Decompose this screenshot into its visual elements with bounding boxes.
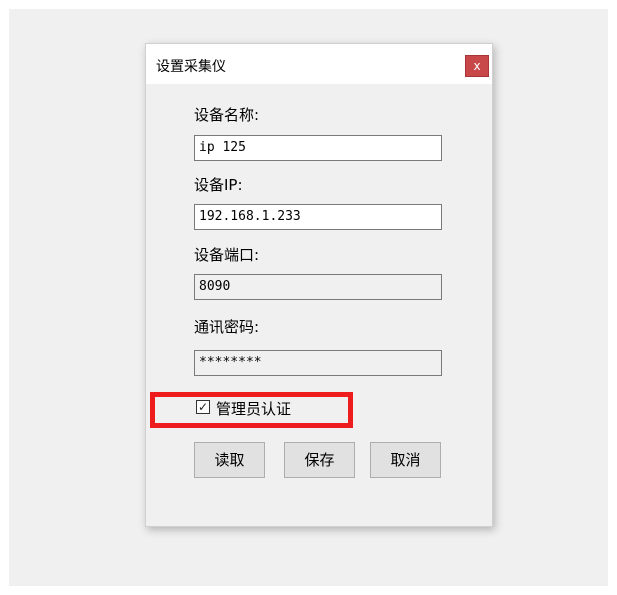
title-bar: 设置采集仪 x	[146, 44, 492, 84]
close-button[interactable]: x	[465, 55, 489, 77]
device-port-field[interactable]: 8090	[194, 274, 442, 300]
device-name-field[interactable]: ip 125	[194, 135, 442, 161]
device-port-label: 设备端口:	[194, 246, 260, 264]
password-field[interactable]: ********	[194, 350, 442, 376]
settings-dialog: 设置采集仪 x 设备名称: ip 125 设备IP: 192.168.1.233…	[145, 43, 493, 527]
dialog-title: 设置采集仪	[156, 59, 226, 75]
save-button[interactable]: 保存	[284, 442, 355, 478]
device-ip-field[interactable]: 192.168.1.233	[194, 204, 442, 230]
highlight-annotation-box	[150, 392, 353, 428]
read-button[interactable]: 读取	[194, 442, 265, 478]
device-name-label: 设备名称:	[194, 106, 260, 124]
password-label: 通讯密码:	[194, 318, 260, 336]
cancel-button[interactable]: 取消	[370, 442, 441, 478]
device-ip-label: 设备IP:	[194, 176, 243, 194]
